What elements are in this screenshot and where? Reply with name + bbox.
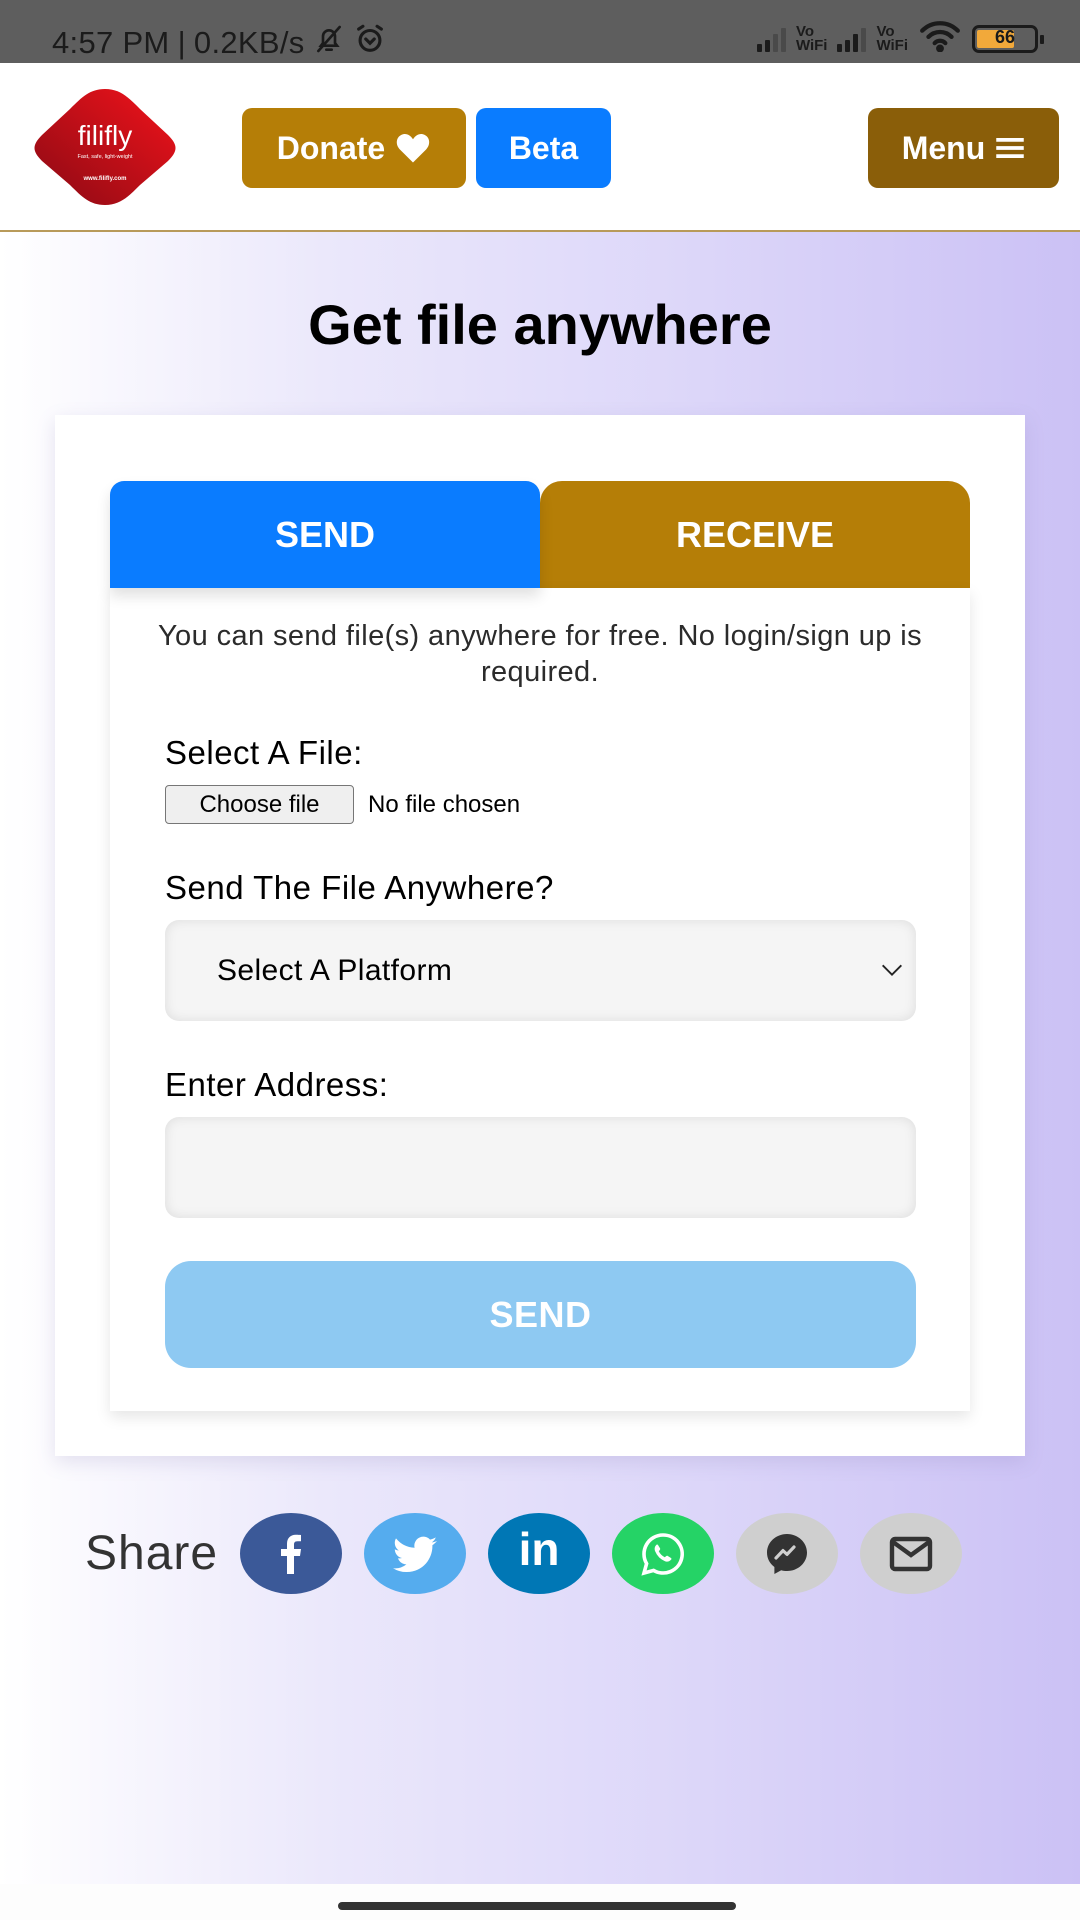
signal-icon [837,26,867,52]
filifly-logo[interactable]: filifly Fast, safe, light-weight www.fil… [28,85,182,209]
signal-icon [756,26,786,52]
whatsapp-icon [641,1532,685,1576]
wifi-icon [918,20,962,57]
file-input[interactable]: Choose file No file chosen [165,785,520,824]
transfer-card: SEND RECEIVE You can send file(s) anywhe… [55,415,1025,1456]
file-label: Select A File: [165,734,363,771]
linkedin-icon: in [518,1522,560,1575]
share-whatsapp-button[interactable] [612,1513,715,1594]
battery-level: 66 [994,26,1016,47]
share-facebook-button[interactable] [240,1513,343,1594]
vowifi-icon: Vo WiFi [876,22,908,54]
share-linkedin-button[interactable]: in [488,1513,591,1594]
tab-send[interactable]: SEND [110,481,540,588]
share-messenger-button[interactable] [736,1513,839,1594]
address-label: Enter Address: [165,1066,389,1103]
hamburger-icon [996,138,1025,158]
send-panel: You can send file(s) anywhere for free. … [110,588,970,1411]
share-label: Share [85,1527,219,1580]
share-twitter-button[interactable] [364,1513,467,1594]
status-separator: | [177,25,186,60]
bell-off-icon [313,23,345,63]
no-file-text: No file chosen [368,790,521,818]
tab-receive[interactable]: RECEIVE [540,481,970,588]
status-bar: 4:57 PM | 0.2KB/s Vo WiFi Vo WiFi 66 [0,0,1080,63]
twitter-icon [393,1536,438,1572]
heart-icon [397,134,430,163]
transfer-tabs: SEND RECEIVE [110,481,970,588]
vowifi-icon: Vo WiFi [795,22,828,54]
menu-button[interactable]: Menu [868,108,1059,188]
facebook-icon [281,1534,302,1574]
share-email-button[interactable] [860,1513,963,1594]
platform-label: Send The File Anywhere? [165,869,554,906]
gesture-nav-bar [0,1884,1080,1920]
chevron-down-icon [882,964,902,976]
main-content: Get file anywhere SEND RECEIVE You can s… [0,232,1080,1884]
messenger-icon [767,1533,808,1574]
logo-name: filifly [78,120,132,151]
share-bar: Share in [85,1513,984,1594]
status-right: Vo WiFi Vo WiFi 66 [756,20,1044,57]
platform-select[interactable]: Select A Platform [165,920,916,1021]
home-indicator[interactable] [338,1902,736,1910]
battery-icon: 66 [972,24,1044,53]
logo-tagline: Fast, safe, light-weight [77,154,132,160]
status-time: 4:57 PM [52,25,170,60]
choose-file-button[interactable]: Choose file [165,785,354,824]
email-icon [889,1536,933,1571]
page-title: Get file anywhere [308,293,772,356]
donate-label: Donate [276,129,386,166]
network-speed: 0.2KB/s [193,25,305,60]
platform-selected-value: Select A Platform [217,953,453,987]
status-left: 4:57 PM | 0.2KB/s [52,22,387,64]
logo-url: www.filifly.com [82,176,126,182]
donate-button[interactable]: Donate [242,108,466,188]
beta-label: Beta [508,129,579,166]
beta-button[interactable]: Beta [476,108,611,188]
site-header: filifly Fast, safe, light-weight www.fil… [0,63,1080,232]
intro-text: You can send file(s) anywhere for free. … [157,620,923,688]
menu-label: Menu [901,129,986,166]
alarm-icon [353,22,387,64]
send-button[interactable]: SEND [165,1261,916,1368]
address-input[interactable] [165,1117,916,1218]
